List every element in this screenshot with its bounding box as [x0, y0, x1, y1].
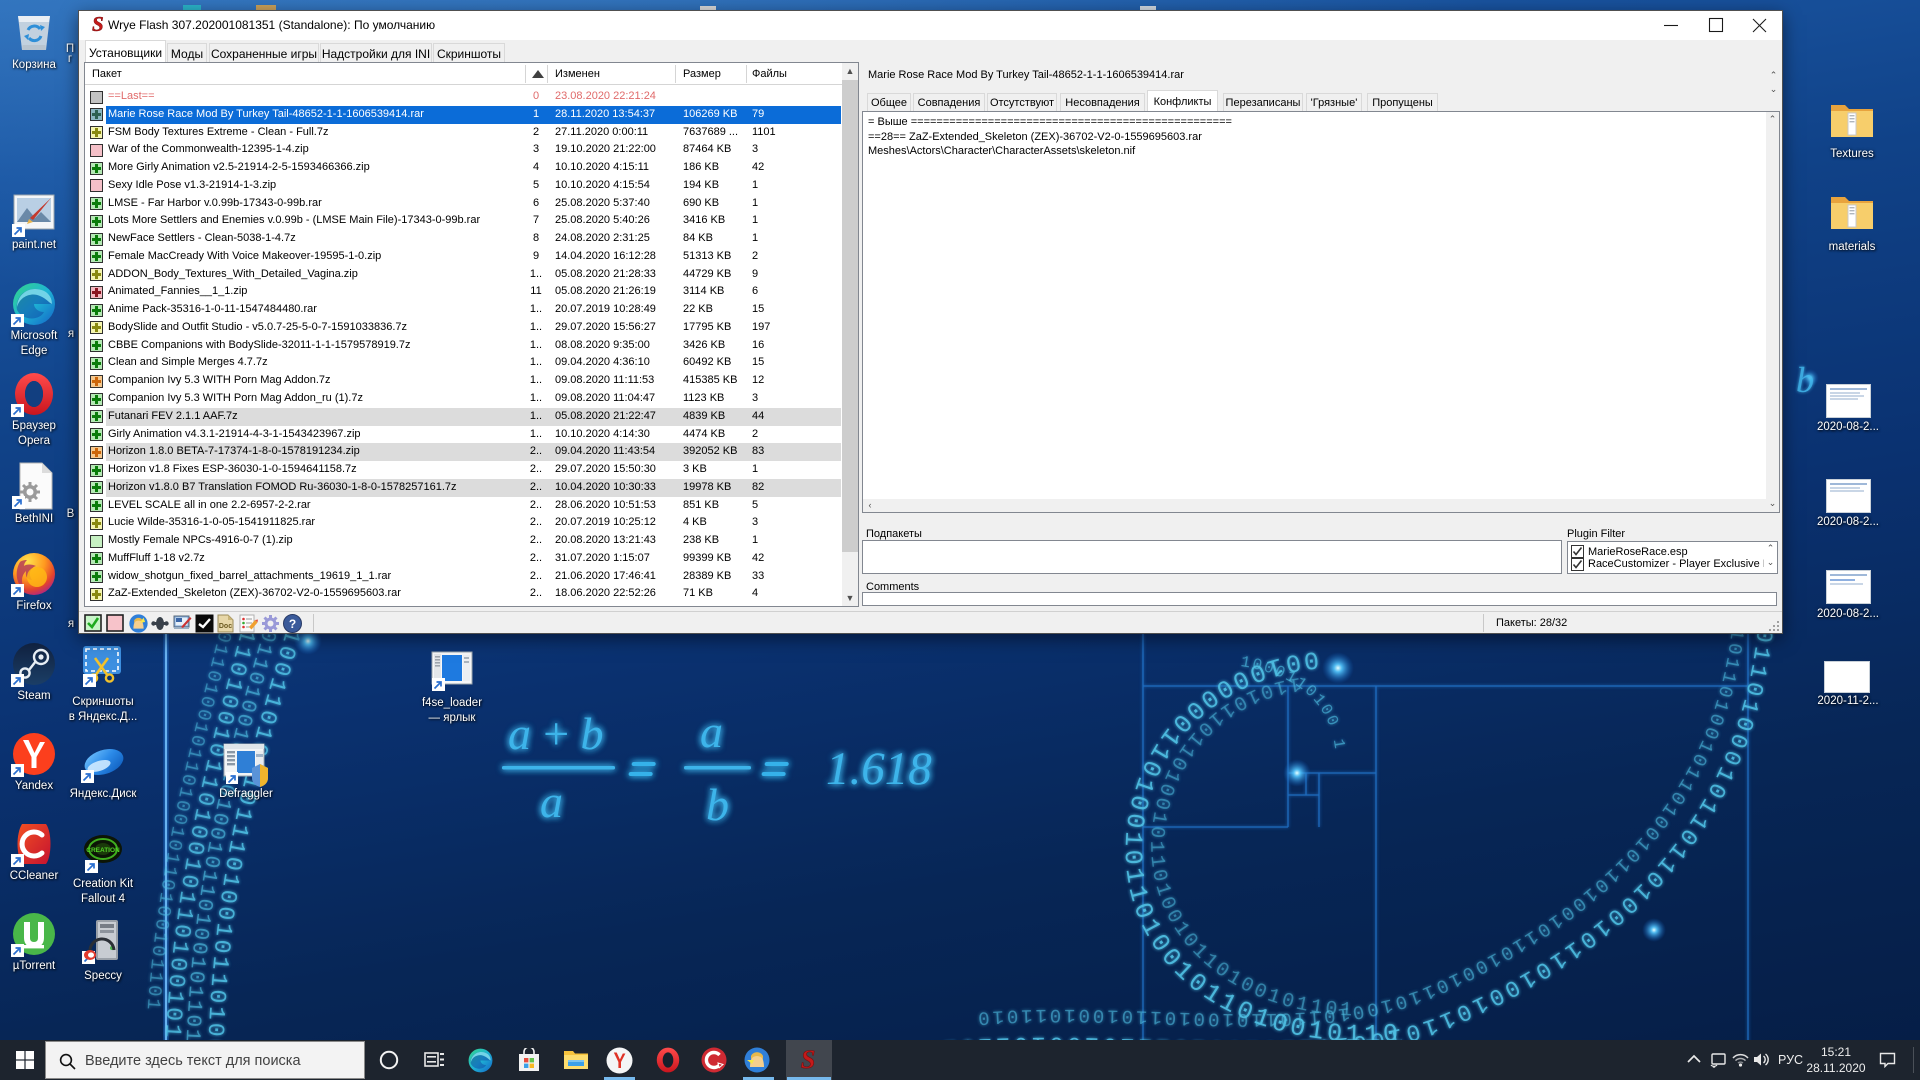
svg-text:1.618: 1.618 [826, 743, 932, 795]
svg-text:101101001011010010110100101101: 1011010010110100101101001011010010110100… [974, 627, 1748, 1030]
svg-text:S: S [92, 14, 104, 35]
svg-text:b: b [706, 779, 729, 830]
svg-text:CREATION: CREATION [86, 847, 120, 854]
svg-text:b: b [1796, 360, 1814, 400]
svg-text:a + b: a + b [508, 708, 603, 759]
svg-text:Doc: Doc [219, 623, 232, 630]
svg-text:S: S [801, 1047, 815, 1073]
svg-text:a: a [540, 776, 563, 827]
svg-text:a: a [700, 706, 723, 757]
svg-text:?: ? [289, 617, 296, 631]
